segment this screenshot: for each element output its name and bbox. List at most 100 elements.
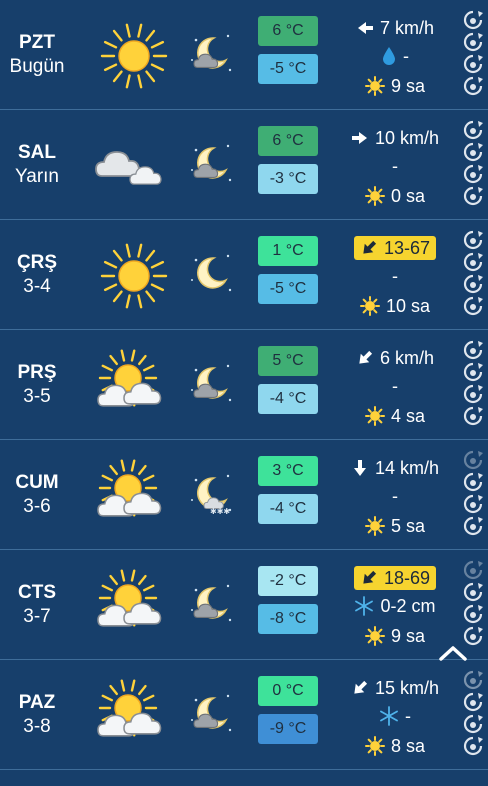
sun-value: 8 sa	[390, 735, 426, 756]
refresh-star-icon[interactable]	[462, 10, 484, 30]
chevron-up-icon	[439, 646, 467, 661]
arrow-left-icon	[357, 22, 373, 34]
wind: 6 km/h	[330, 345, 460, 371]
moon-snow-icon: ✱✱✱	[188, 470, 234, 516]
day-date: 3-7	[23, 606, 51, 627]
refresh-star-icon[interactable]	[462, 582, 484, 602]
wind-value: 6 km/h	[379, 347, 435, 368]
arrow-down-left-icon	[354, 680, 368, 694]
wind-gust-badge: 13-67	[353, 236, 437, 260]
snowflake-icon	[355, 596, 374, 616]
precip-value: -	[403, 45, 409, 66]
moon-cloud-icon	[188, 580, 234, 626]
day-date: Yarın	[14, 166, 59, 187]
wind-value: 15 km/h	[374, 677, 440, 698]
row-action-icons	[462, 120, 484, 206]
day-label: CUM 3-6	[0, 440, 74, 550]
forecast-row[interactable]: ÇRŞ 3-4 1 °C -5 °C 13-67 - 10 sa	[0, 220, 488, 330]
forecast-row[interactable]: SAL Yarın 6 °C -3 °C 10 km/h - 0 sa	[0, 110, 488, 220]
refresh-star-icon[interactable]	[462, 714, 484, 734]
moon-cloud-icon	[188, 140, 234, 186]
scroll-to-top-button[interactable]	[436, 636, 470, 670]
day-label: PRŞ 3-5	[0, 330, 74, 440]
precip-value: -	[405, 705, 411, 726]
wind: 13-67	[330, 235, 460, 261]
day-name: CTS	[18, 582, 56, 603]
refresh-star-icon[interactable]	[462, 560, 484, 580]
day-name: ÇRŞ	[16, 252, 58, 273]
refresh-star-icon[interactable]	[462, 384, 484, 404]
sunshine-hours: 4 sa	[330, 403, 460, 429]
max-temp: 6 °C	[258, 126, 318, 156]
sun-small-icon	[364, 406, 385, 426]
refresh-star-icon[interactable]	[462, 252, 484, 272]
refresh-star-icon[interactable]	[462, 362, 484, 382]
forecast-row[interactable]: PZT Bugün 6 °C -5 °C 7 km/h - 9 sa	[0, 0, 488, 110]
refresh-star-icon[interactable]	[462, 450, 484, 470]
refresh-star-icon[interactable]	[462, 76, 484, 96]
refresh-star-icon[interactable]	[462, 604, 484, 624]
precipitation: -	[330, 43, 460, 69]
refresh-star-icon[interactable]	[462, 164, 484, 184]
sunshine-hours: 8 sa	[330, 733, 460, 759]
sun-value: 0 sa	[390, 185, 426, 206]
forecast-row[interactable]: PAZ 3-8 0 °C -9 °C 15 km/h - 8 sa	[0, 660, 488, 770]
refresh-star-icon[interactable]	[462, 340, 484, 360]
wind-value: 18-69	[383, 567, 431, 588]
sunshine-hours: 9 sa	[330, 73, 460, 99]
precip-value: -	[392, 265, 398, 286]
precipitation: -	[330, 703, 460, 729]
refresh-star-icon[interactable]	[462, 692, 484, 712]
precipitation: -	[330, 263, 460, 289]
day-label: PZT Bugün	[0, 0, 74, 110]
sun-icon	[94, 238, 174, 314]
sun-small-icon	[359, 296, 380, 316]
max-temp: -2 °C	[258, 566, 318, 596]
max-temp: 3 °C	[258, 456, 318, 486]
sunshine-hours: 5 sa	[330, 513, 460, 539]
wind: 7 km/h	[330, 15, 460, 41]
max-temp: 5 °C	[258, 346, 318, 376]
row-action-icons	[462, 670, 484, 756]
day-label: CTS 3-7	[0, 550, 74, 660]
refresh-star-icon[interactable]	[462, 472, 484, 492]
min-temp: -9 °C	[258, 714, 318, 744]
sun-cloud-icon	[94, 458, 174, 534]
arrow-right-icon	[351, 132, 367, 144]
refresh-star-icon[interactable]	[462, 186, 484, 206]
forecast-row[interactable]: CTS 3-7 -2 °C -8 °C 18-69 0-2 cm 9 sa	[0, 550, 488, 660]
min-temp: -8 °C	[258, 604, 318, 634]
precipitation: -	[330, 153, 460, 179]
forecast-row[interactable]: CUM 3-6 ✱✱✱ 3 °C -4 °C 14 km/h - 5 sa	[0, 440, 488, 550]
arrow-down-left-icon	[363, 570, 377, 584]
day-date: 3-8	[23, 716, 51, 737]
wind-value: 14 km/h	[374, 457, 440, 478]
arrow-down-left-icon	[363, 240, 377, 254]
refresh-star-icon[interactable]	[462, 516, 484, 536]
refresh-star-icon[interactable]	[462, 274, 484, 294]
day-date: 3-4	[23, 276, 51, 297]
wind: 18-69	[330, 565, 460, 591]
snowflake-icon	[380, 706, 398, 726]
sun-small-icon	[364, 76, 385, 96]
refresh-star-icon[interactable]	[462, 670, 484, 690]
refresh-star-icon[interactable]	[462, 494, 484, 514]
arrow-down-left-icon	[359, 350, 373, 364]
wind-value: 13-67	[383, 237, 431, 258]
max-temp: 6 °C	[258, 16, 318, 46]
forecast-row[interactable]: PRŞ 3-5 5 °C -4 °C 6 km/h - 4 sa	[0, 330, 488, 440]
moon-icon	[188, 250, 234, 296]
refresh-star-icon[interactable]	[462, 406, 484, 426]
day-label: SAL Yarın	[0, 110, 74, 220]
refresh-star-icon[interactable]	[462, 120, 484, 140]
refresh-star-icon[interactable]	[462, 142, 484, 162]
refresh-star-icon[interactable]	[462, 54, 484, 74]
refresh-star-icon[interactable]	[462, 736, 484, 756]
max-temp: 1 °C	[258, 236, 318, 266]
row-action-icons	[462, 10, 484, 96]
refresh-star-icon[interactable]	[462, 296, 484, 316]
precip-value: -	[392, 485, 398, 506]
wind-gust-badge: 18-69	[353, 566, 437, 590]
refresh-star-icon[interactable]	[462, 230, 484, 250]
refresh-star-icon[interactable]	[462, 32, 484, 52]
